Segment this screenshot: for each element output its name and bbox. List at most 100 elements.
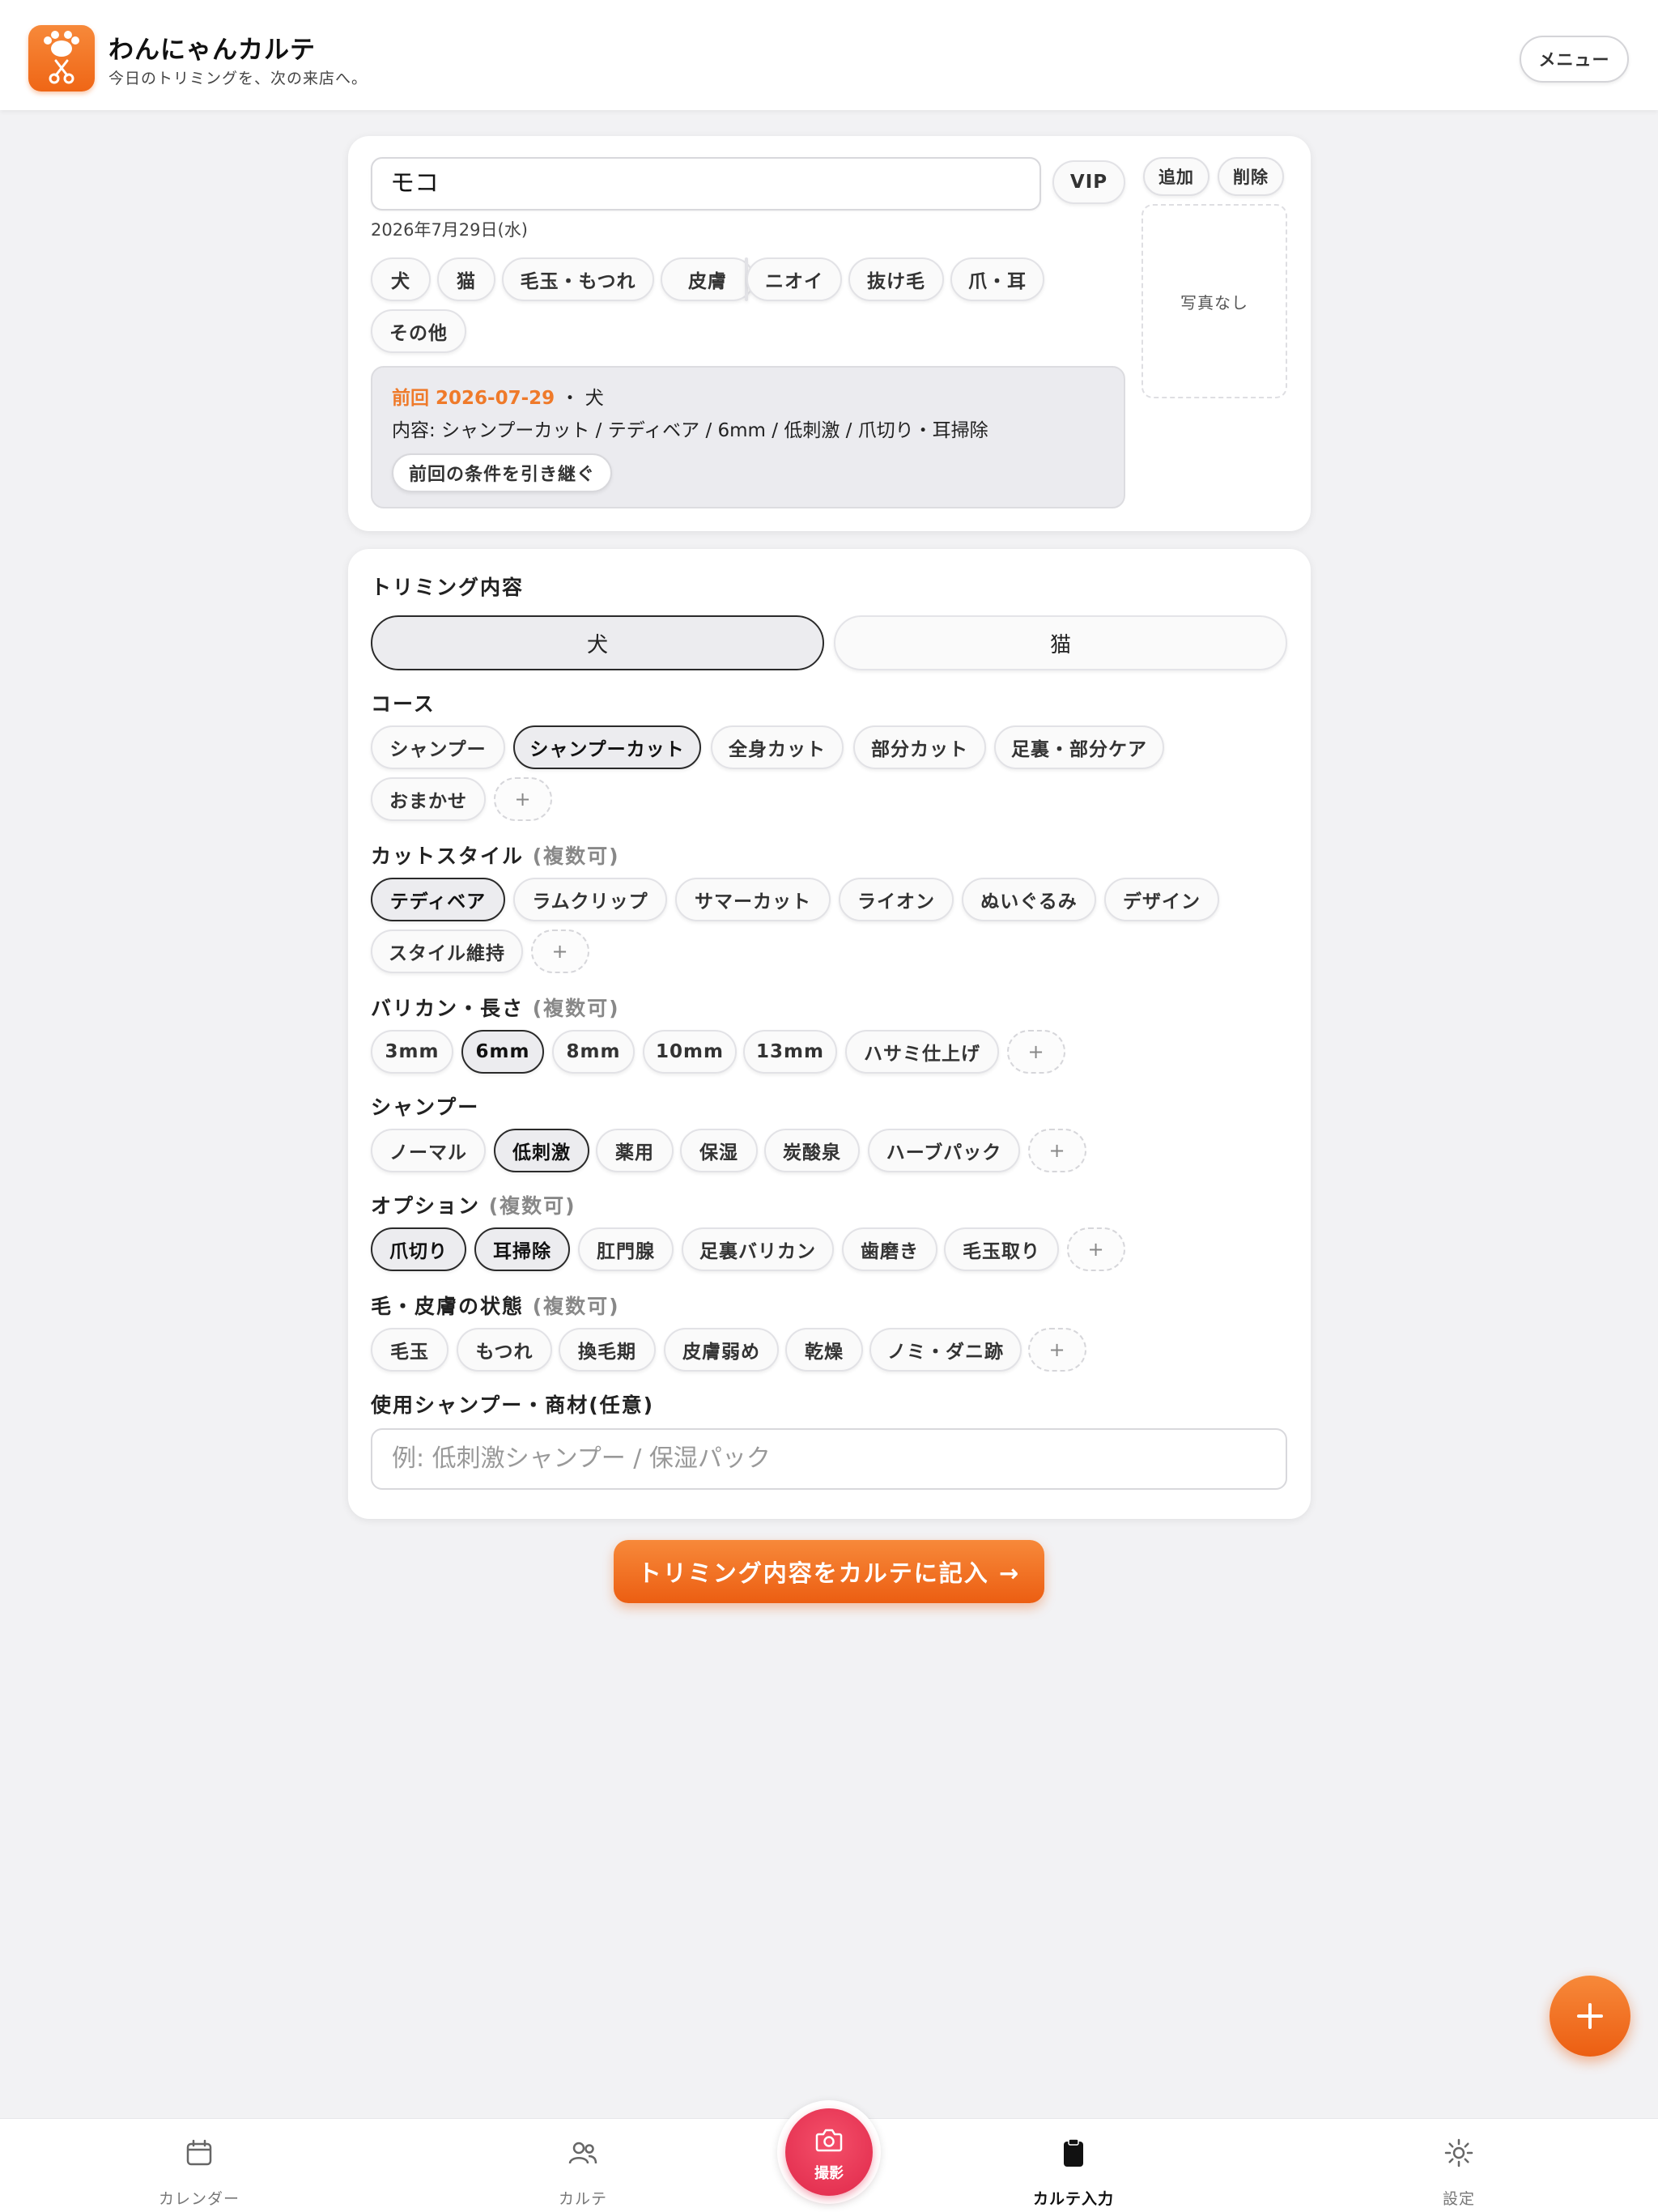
app-title: わんにゃんカルテ [108,36,316,65]
course-option-shampoo-cut[interactable]: シャンプーカット [513,725,701,769]
cut-style-option-lamb-clip[interactable]: ラムクリップ [513,878,667,921]
add-photo-button[interactable]: 追加 [1143,157,1209,196]
option-title: オプション (複数可) [371,1190,576,1219]
nav-calendar[interactable]: カレンダー [118,2119,280,2212]
tag-other[interactable]: その他 [371,309,466,353]
photo-placeholder[interactable]: 写真なし [1141,204,1287,398]
condition-option-shedding-season[interactable]: 換毛期 [559,1328,656,1372]
shampoo-add-button[interactable]: + [1028,1129,1086,1172]
option-ear-cleaning[interactable]: 耳掃除 [474,1227,570,1271]
option-nail-clip[interactable]: 爪切り [371,1227,466,1271]
cut-style-option-summer-cut[interactable]: サマーカット [675,878,831,921]
condition-option-tangles[interactable]: もつれ [457,1328,552,1372]
course-add-button[interactable]: + [494,777,552,821]
app-subtitle: 今日のトリミングを、次の来店へ。 [108,70,368,87]
nav-karte-input[interactable]: カルテ入力 [993,2119,1154,2212]
trimming-card: トリミング内容 犬 猫 コース シャンプー シャンプーカット 全身カット 部分カ… [348,549,1311,1519]
clipper-option-13mm[interactable]: 13mm [743,1030,837,1074]
cut-style-title: カットスタイル (複数可) [371,840,620,870]
tag-skin[interactable]: 皮膚 [661,257,755,301]
inherit-previous-button[interactable]: 前回の条件を引き継ぐ [392,453,612,492]
app-header: わんにゃんカルテ 今日のトリミングを、次の来店へ。 メニュー [0,0,1658,110]
previous-visit-header: 前回 2026-07-29 ・ 犬 [392,382,604,410]
condition-option-flea-tick[interactable]: ノミ・ダニ跡 [869,1328,1022,1372]
clipper-add-button[interactable]: + [1007,1030,1065,1074]
condition-option-sensitive-skin[interactable]: 皮膚弱め [664,1328,779,1372]
cut-style-add-button[interactable]: + [531,929,589,973]
camera-button[interactable]: 撮影 [777,2100,881,2204]
camera-icon [815,2129,843,2152]
product-title: 使用シャンプー・商材(任意) [371,1393,655,1417]
cut-style-option-stuffed-toy[interactable]: ぬいぐるみ [962,878,1096,921]
cut-style-option-teddy-bear[interactable]: テディベア [371,878,505,921]
course-title: コース [371,692,436,716]
course-option-shampoo[interactable]: シャンプー [371,725,505,769]
option-paw-clipper[interactable]: 足裏バリカン [682,1227,834,1271]
vip-button[interactable]: VIP [1052,160,1125,204]
nav-settings[interactable]: 設定 [1378,2119,1540,2212]
type-toggle-dog[interactable]: 犬 [371,615,824,670]
clipper-multi-hint: (複数可) [532,997,620,1020]
cut-style-option-keep-style[interactable]: スタイル維持 [371,929,523,973]
option-multi-hint: (複数可) [488,1194,576,1218]
tag-matting[interactable]: 毛玉・もつれ [502,257,654,301]
type-toggle-cat[interactable]: 猫 [834,615,1287,670]
app-logo-icon [28,25,95,91]
course-option-omakase[interactable]: おまかせ [371,777,486,821]
cut-style-option-lion[interactable]: ライオン [839,878,954,921]
nav-calendar-label: カレンダー [158,2190,240,2208]
shampoo-option-moisturizing[interactable]: 保湿 [680,1129,758,1172]
clipper-option-6mm[interactable]: 6mm [461,1030,544,1074]
gear-icon [1444,2138,1473,2167]
delete-photo-button[interactable]: 削除 [1218,157,1284,196]
nav-karte-label: カルテ [558,2190,607,2208]
option-anal-gland[interactable]: 肛門腺 [578,1227,674,1271]
shampoo-option-medicated[interactable]: 薬用 [596,1129,674,1172]
menu-button[interactable]: メニュー [1520,36,1629,83]
pet-profile-card: モコ VIP 追加 削除 2026年7月29日(水) 写真なし 犬 猫 毛玉・も… [348,136,1311,531]
clipper-option-10mm[interactable]: 10mm [643,1030,737,1074]
nav-karte-input-label: カルテ入力 [1032,2190,1114,2208]
visit-date: 2026年7月29日(水) [371,220,528,240]
option-tooth-brushing[interactable]: 歯磨き [842,1227,937,1271]
shampoo-option-carbonated[interactable]: 炭酸泉 [764,1129,860,1172]
clipper-option-8mm[interactable]: 8mm [552,1030,635,1074]
product-input[interactable]: 例: 低刺激シャンプー / 保湿パック [371,1428,1287,1490]
tag-nail-ear[interactable]: 爪・耳 [950,257,1044,301]
tag-odor[interactable]: ニオイ [746,257,842,301]
option-add-button[interactable]: + [1067,1227,1125,1271]
tag-dog[interactable]: 犬 [371,257,431,301]
people-icon [568,2142,597,2164]
condition-option-dry[interactable]: 乾燥 [785,1328,863,1372]
shampoo-option-low-irritation[interactable]: 低刺激 [494,1129,589,1172]
clipboard-icon [1064,2138,1083,2167]
cut-style-multi-hint: (複数可) [532,844,620,868]
condition-option-mats[interactable]: 毛玉 [371,1328,449,1372]
tag-shedding[interactable]: 抜け毛 [848,257,944,301]
course-option-full-cut[interactable]: 全身カット [711,725,844,769]
trimming-title: トリミング内容 [371,576,525,599]
clipper-option-scissor-finish[interactable]: ハサミ仕上げ [845,1030,999,1074]
tag-cat[interactable]: 猫 [437,257,495,301]
course-option-partial-cut[interactable]: 部分カット [853,725,986,769]
condition-multi-hint: (複数可) [532,1295,620,1318]
cut-style-option-design[interactable]: デザイン [1104,878,1219,921]
submit-karte-button[interactable]: トリミング内容をカルテに記入 → [614,1540,1044,1603]
clipper-title: バリカン・長さ (複数可) [371,993,620,1022]
nav-settings-label: 設定 [1442,2190,1475,2208]
fab-add-button[interactable] [1550,1976,1630,2057]
previous-visit-content: 内容: シャンプーカット / テディベア / 6mm / 低刺激 / 爪切り・耳… [392,420,988,441]
clipper-title-text: バリカン・長さ [371,997,525,1020]
camera-label: 撮影 [814,2165,844,2182]
condition-add-button[interactable]: + [1028,1328,1086,1372]
shampoo-option-herb-pack[interactable]: ハーブパック [868,1129,1020,1172]
shampoo-title: シャンプー [371,1095,480,1119]
pet-name-input[interactable]: モコ [371,157,1041,211]
nav-karte[interactable]: カルテ [502,2119,664,2212]
condition-title-text: 毛・皮膚の状態 [371,1295,525,1318]
cut-style-title-text: カットスタイル [371,844,525,868]
course-option-paw-care[interactable]: 足裏・部分ケア [994,725,1164,769]
option-mat-removal[interactable]: 毛玉取り [944,1227,1059,1271]
clipper-option-3mm[interactable]: 3mm [371,1030,453,1074]
shampoo-option-normal[interactable]: ノーマル [371,1129,486,1172]
